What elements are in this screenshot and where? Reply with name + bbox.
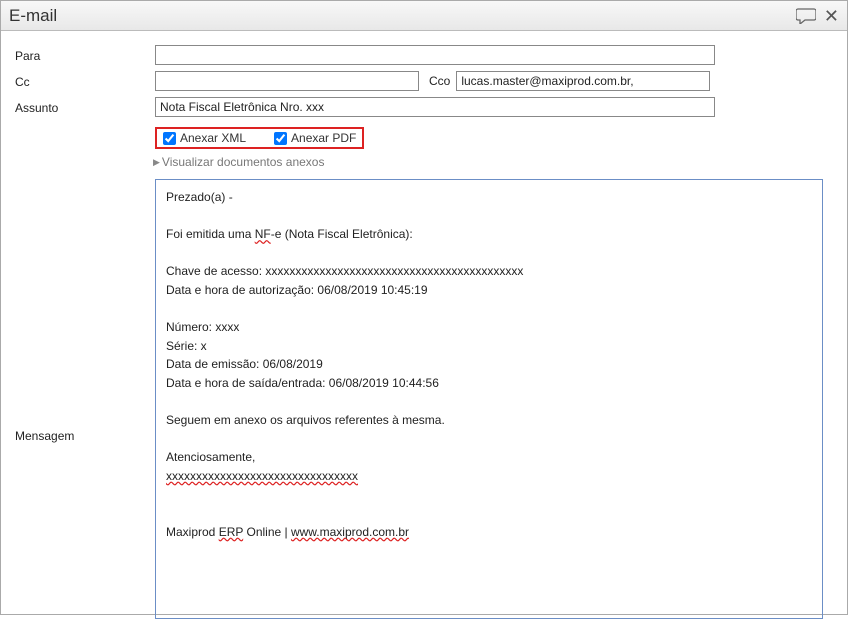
visualizar-anexos-label: Visualizar documentos anexos xyxy=(162,155,325,169)
label-para: Para xyxy=(15,47,155,63)
msg-xline: xxxxxxxxxxxxxxxxxxxxxxxxxxxxxxxx xyxy=(166,467,812,486)
anexar-pdf-label: Anexar PDF xyxy=(291,131,356,145)
attachments-highlight-box: Anexar XML Anexar PDF xyxy=(155,127,364,149)
row-para: Para xyxy=(15,45,837,65)
label-cco: Cco xyxy=(429,74,450,88)
close-icon[interactable]: ✕ xyxy=(824,7,839,25)
cco-input[interactable] xyxy=(456,71,710,91)
msg-numero: Número: xxxx xyxy=(166,318,812,337)
title-bar: E-mail ✕ xyxy=(1,1,847,31)
assunto-input[interactable] xyxy=(155,97,715,117)
email-form: Para Cc Cco Assunto Anexar XML xyxy=(1,31,847,619)
para-input[interactable] xyxy=(155,45,715,65)
label-mensagem: Mensagem xyxy=(15,179,155,619)
msg-greeting: Prezado(a) - xyxy=(166,188,812,207)
row-assunto: Assunto xyxy=(15,97,837,117)
visualizar-anexos-expander[interactable]: ▶ Visualizar documentos anexos xyxy=(153,155,324,169)
msg-serie: Série: x xyxy=(166,337,812,356)
anexar-pdf-checkbox[interactable]: Anexar PDF xyxy=(274,131,356,145)
msg-auth: Data e hora de autorização: 06/08/2019 1… xyxy=(166,281,812,300)
anexar-xml-checkbox[interactable]: Anexar XML xyxy=(163,131,246,145)
anexar-xml-input[interactable] xyxy=(163,132,176,145)
window-title: E-mail xyxy=(9,6,57,26)
msg-emissao: Data de emissão: 06/08/2019 xyxy=(166,355,812,374)
msg-seguem: Seguem em anexo os arquivos referentes à… xyxy=(166,411,812,430)
anexar-pdf-input[interactable] xyxy=(274,132,287,145)
msg-atenciosamente: Atenciosamente, xyxy=(166,448,812,467)
label-assunto: Assunto xyxy=(15,99,155,115)
message-textarea[interactable]: Prezado(a) - Foi emitida uma NF-e (Nota … xyxy=(155,179,823,619)
wavy-nf: NF xyxy=(255,227,271,241)
row-options: Anexar XML Anexar PDF ▶ Visualizar docum… xyxy=(15,123,837,173)
row-mensagem: Mensagem Prezado(a) - Foi emitida uma NF… xyxy=(15,179,837,619)
title-bar-icons: ✕ xyxy=(796,7,839,25)
anexar-xml-label: Anexar XML xyxy=(180,131,246,145)
msg-chave: Chave de acesso: xxxxxxxxxxxxxxxxxxxxxxx… xyxy=(166,262,812,281)
cc-input[interactable] xyxy=(155,71,419,91)
msg-saida: Data e hora de saída/entrada: 06/08/2019… xyxy=(166,374,812,393)
comment-icon[interactable] xyxy=(796,8,816,24)
chevron-right-icon: ▶ xyxy=(153,157,160,168)
msg-intro: Foi emitida uma NF-e (Nota Fiscal Eletrô… xyxy=(166,225,812,244)
label-cc: Cc xyxy=(15,73,155,89)
row-cc: Cc Cco xyxy=(15,71,837,91)
msg-footer: Maxiprod ERP Online | www.maxiprod.com.b… xyxy=(166,523,812,542)
